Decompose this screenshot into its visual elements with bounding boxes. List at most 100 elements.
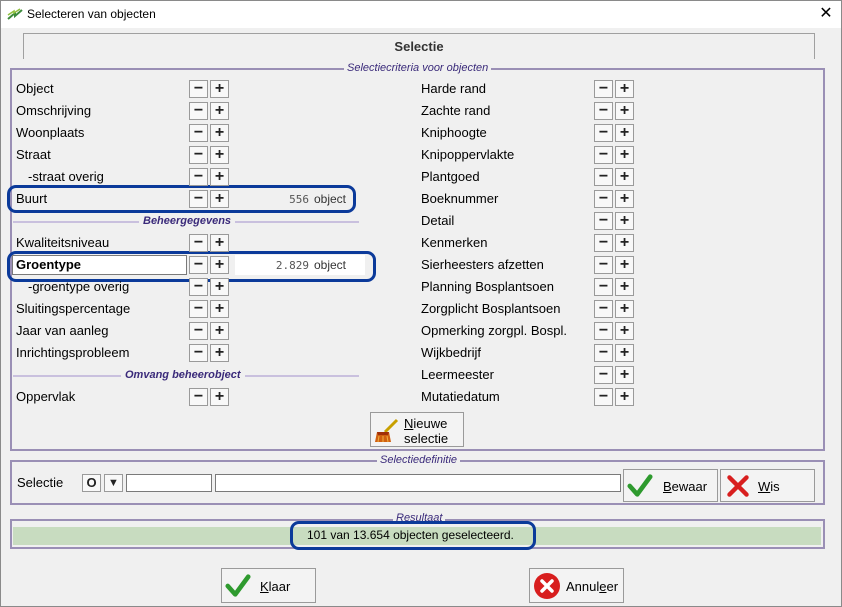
left-beheer-4-minus-button[interactable]: − xyxy=(189,322,208,340)
save-button[interactable]: Bewaar xyxy=(623,469,718,502)
clear-label-rest: is xyxy=(770,479,780,494)
left-beheer-2-minus-button[interactable]: − xyxy=(189,278,208,296)
omvang-heading: Omvang beheerobject xyxy=(121,369,245,381)
new-selection-button[interactable]: Nieuwe selectie xyxy=(370,412,464,447)
dropdown-button[interactable]: ▼ xyxy=(104,474,123,492)
right-1-plus-button[interactable]: + xyxy=(615,102,634,120)
tab-strip: Selectie xyxy=(9,33,829,63)
right-12-minus-button[interactable]: − xyxy=(594,344,613,362)
right-4-plus-button[interactable]: + xyxy=(615,168,634,186)
left-omvang-0-label: Oppervlak xyxy=(16,389,76,404)
result-text: 101 van 13.654 objecten geselecteerd. xyxy=(307,528,514,542)
right-7-minus-button[interactable]: − xyxy=(594,234,613,252)
right-13-plus-button[interactable]: + xyxy=(615,366,634,384)
right-3-plus-button[interactable]: + xyxy=(615,146,634,164)
new-selection-line2: selectie xyxy=(404,431,449,446)
left-beheer-2-plus-button[interactable]: + xyxy=(210,278,229,296)
right-8-label: Sierheesters afzetten xyxy=(421,257,544,272)
right-2-minus-button[interactable]: − xyxy=(594,124,613,142)
left-top-0-minus-button[interactable]: − xyxy=(189,80,208,98)
tab-selectie[interactable]: Selectie xyxy=(23,33,815,59)
right-6-minus-button[interactable]: − xyxy=(594,212,613,230)
left-top-5-plus-button[interactable]: + xyxy=(210,190,229,208)
right-0-minus-button[interactable]: − xyxy=(594,80,613,98)
left-top-0-plus-button[interactable]: + xyxy=(210,80,229,98)
right-2-label: Kniphoogte xyxy=(421,125,487,140)
left-top-1-plus-button[interactable]: + xyxy=(210,102,229,120)
left-beheer-0-minus-button[interactable]: − xyxy=(189,234,208,252)
right-9-plus-button[interactable]: + xyxy=(615,278,634,296)
right-1-label: Zachte rand xyxy=(421,103,491,118)
left-beheer-1-plus-button[interactable]: + xyxy=(210,256,229,274)
right-9-label: Planning Bosplantsoen xyxy=(421,279,554,294)
right-0-plus-button[interactable]: + xyxy=(615,80,634,98)
right-8-plus-button[interactable]: + xyxy=(615,256,634,274)
left-omvang-0-plus-button[interactable]: + xyxy=(210,388,229,406)
close-icon[interactable]: ✕ xyxy=(811,1,841,27)
left-top-4-label: -straat overig xyxy=(28,169,104,184)
cancel-icon xyxy=(534,573,560,599)
left-top-2-label: Woonplaats xyxy=(16,125,85,140)
left-top-2-plus-button[interactable]: + xyxy=(210,124,229,142)
right-11-label: Opmerking zorgpl. Bospl. xyxy=(421,323,567,338)
right-9-minus-button[interactable]: − xyxy=(594,278,613,296)
left-beheer-5-minus-button[interactable]: − xyxy=(189,344,208,362)
cancel-label-post: er xyxy=(606,579,619,594)
left-top-5-count-value: 556 xyxy=(289,193,309,206)
o-button[interactable]: O xyxy=(82,474,101,492)
left-top-3-label: Straat xyxy=(16,147,51,162)
right-11-plus-button[interactable]: + xyxy=(615,322,634,340)
left-beheer-1-label: Groentype xyxy=(16,257,82,272)
right-5-label: Boeknummer xyxy=(421,191,499,206)
right-13-minus-button[interactable]: − xyxy=(594,366,613,384)
left-beheer-0-plus-button[interactable]: + xyxy=(210,234,229,252)
right-5-minus-button[interactable]: − xyxy=(594,190,613,208)
right-5-plus-button[interactable]: + xyxy=(615,190,634,208)
left-top-3-minus-button[interactable]: − xyxy=(189,146,208,164)
left-top-3-plus-button[interactable]: + xyxy=(210,146,229,164)
right-14-plus-button[interactable]: + xyxy=(615,388,634,406)
right-4-label: Plantgoed xyxy=(421,169,480,184)
beheer-subheading: Beheergegevens xyxy=(13,215,359,227)
right-1-minus-button[interactable]: − xyxy=(594,102,613,120)
selection-description-input[interactable] xyxy=(215,474,621,492)
left-beheer-5-plus-button[interactable]: + xyxy=(210,344,229,362)
left-top-1-minus-button[interactable]: − xyxy=(189,102,208,120)
right-6-plus-button[interactable]: + xyxy=(615,212,634,230)
right-8-minus-button[interactable]: − xyxy=(594,256,613,274)
left-beheer-3-minus-button[interactable]: − xyxy=(189,300,208,318)
right-10-minus-button[interactable]: − xyxy=(594,300,613,318)
left-top-5-minus-button[interactable]: − xyxy=(189,190,208,208)
criteria-group-label: Selectiecriteria voor objecten xyxy=(344,62,492,74)
left-beheer-3-plus-button[interactable]: + xyxy=(210,300,229,318)
clear-button[interactable]: Wis xyxy=(720,469,815,502)
ok-label-rest: laar xyxy=(268,579,291,594)
clear-button-label: Wis xyxy=(758,479,780,494)
left-top-0-label: Object xyxy=(16,81,54,96)
save-button-label: Bewaar xyxy=(663,479,708,494)
selection-name-input[interactable] xyxy=(126,474,212,492)
right-11-minus-button[interactable]: − xyxy=(594,322,613,340)
left-omvang-0-minus-button[interactable]: − xyxy=(189,388,208,406)
right-4-minus-button[interactable]: − xyxy=(594,168,613,186)
new-selection-line1-rest: ieuwe xyxy=(413,416,448,431)
left-top-2-minus-button[interactable]: − xyxy=(189,124,208,142)
right-6-label: Detail xyxy=(421,213,455,228)
right-12-label: Wijkbedrijf xyxy=(421,345,481,360)
app-icon xyxy=(7,8,23,20)
right-12-plus-button[interactable]: + xyxy=(615,344,634,362)
ok-button[interactable]: Klaar xyxy=(221,568,316,603)
left-beheer-4-plus-button[interactable]: + xyxy=(210,322,229,340)
left-top-4-minus-button[interactable]: − xyxy=(189,168,208,186)
right-14-minus-button[interactable]: − xyxy=(594,388,613,406)
left-top-4-plus-button[interactable]: + xyxy=(210,168,229,186)
left-beheer-1-minus-button[interactable]: − xyxy=(189,256,208,274)
right-7-plus-button[interactable]: + xyxy=(615,234,634,252)
check-icon xyxy=(627,474,653,497)
cancel-button[interactable]: Annuleer xyxy=(529,568,624,603)
right-2-plus-button[interactable]: + xyxy=(615,124,634,142)
left-beheer-1-count-unit: object xyxy=(313,258,346,272)
right-10-plus-button[interactable]: + xyxy=(615,300,634,318)
beheer-heading: Beheergegevens xyxy=(139,215,236,227)
right-3-minus-button[interactable]: − xyxy=(594,146,613,164)
